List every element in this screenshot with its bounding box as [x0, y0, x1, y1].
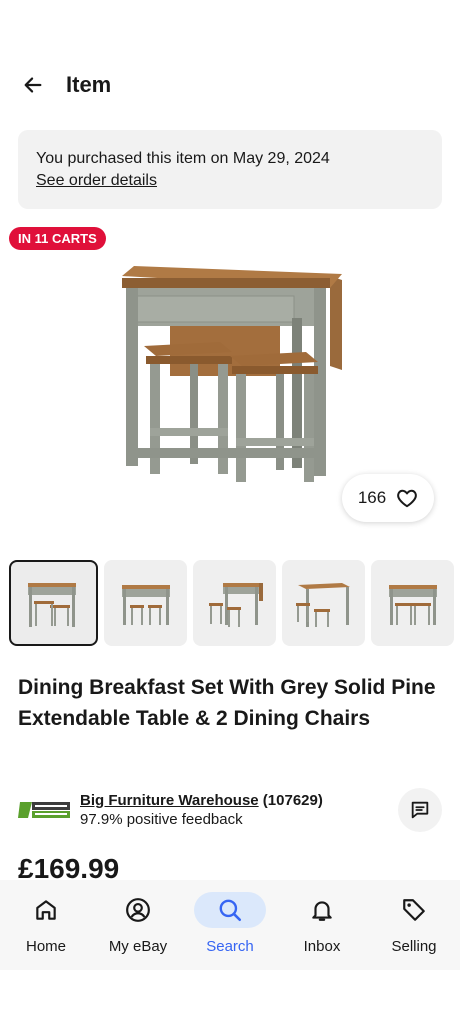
seller-name-line: Big Furniture Warehouse (107629): [80, 791, 398, 810]
nav-selling-label: Selling: [391, 938, 437, 955]
nav-home[interactable]: Home: [0, 892, 92, 970]
nav-selling[interactable]: Selling: [368, 892, 460, 970]
nav-home-label: Home: [25, 938, 66, 955]
thumbnail-5[interactable]: [371, 560, 454, 646]
heart-icon: [397, 489, 418, 508]
message-icon: [411, 801, 429, 819]
seller-feedback: 97.9% positive feedback: [80, 811, 243, 828]
purchase-message: You purchased this item on May 29, 2024: [36, 150, 330, 167]
watch-count: 166: [357, 488, 387, 507]
purchase-banner: You purchased this item on May 29, 2024 …: [18, 130, 442, 209]
nav-search[interactable]: Search: [184, 892, 276, 970]
watch-button[interactable]: 166: [342, 474, 434, 522]
nav-search-icon-wrap: [194, 892, 266, 928]
nav-my-ebay-icon-wrap: [102, 892, 174, 928]
thumbnail-image: [295, 583, 350, 627]
seller-row: Big Furniture Warehouse (107629) 97.9% p…: [18, 786, 442, 834]
arrow-left-icon: [24, 77, 42, 93]
nav-search-label: Search: [206, 938, 254, 955]
bell-icon: [312, 901, 332, 921]
home-icon: [36, 900, 56, 920]
furniture-illustration: [122, 266, 342, 482]
see-order-details-link[interactable]: See order details: [36, 170, 157, 192]
nav-selling-icon-wrap: [378, 892, 450, 928]
nav-inbox-label: Inbox: [303, 938, 341, 955]
carts-badge: IN 11 CARTS: [9, 227, 106, 250]
thumbnail-3[interactable]: [193, 560, 276, 646]
thumbnail-image: [208, 583, 263, 627]
seller-info: Big Furniture Warehouse (107629) 97.9% p…: [80, 791, 398, 829]
nav-home-icon-wrap: [10, 892, 82, 928]
nav-inbox-icon-wrap: [286, 892, 358, 928]
thumbnail-2[interactable]: [104, 560, 187, 646]
nav-inbox[interactable]: Inbox: [276, 892, 368, 970]
search-icon: [219, 899, 242, 922]
thumbnail-1[interactable]: [9, 560, 98, 646]
product-image[interactable]: [110, 258, 350, 508]
nav-my-ebay-label: My eBay: [108, 938, 168, 955]
nav-my-ebay[interactable]: My eBay: [92, 892, 184, 970]
thumbnail-image: [121, 585, 170, 625]
profile-icon: [126, 898, 150, 922]
thumbnail-image: [388, 585, 437, 625]
item-title: Dining Breakfast Set With Grey Solid Pin…: [18, 676, 436, 730]
tag-icon: [403, 899, 425, 921]
image-thumbnails: [9, 560, 460, 648]
bottom-navigation: Home My eBay Search Inbox Selling: [0, 880, 460, 970]
top-app-bar: Item: [0, 62, 460, 108]
thumbnail-image: [27, 583, 76, 627]
thumbnail-4[interactable]: [282, 560, 365, 646]
seller-score: (107629): [262, 792, 323, 809]
back-button[interactable]: [18, 70, 48, 100]
seller-name-link[interactable]: Big Furniture Warehouse: [80, 792, 259, 809]
contact-seller-button[interactable]: [398, 788, 442, 832]
seller-logo: [18, 802, 70, 818]
page-title: Item: [66, 72, 112, 97]
